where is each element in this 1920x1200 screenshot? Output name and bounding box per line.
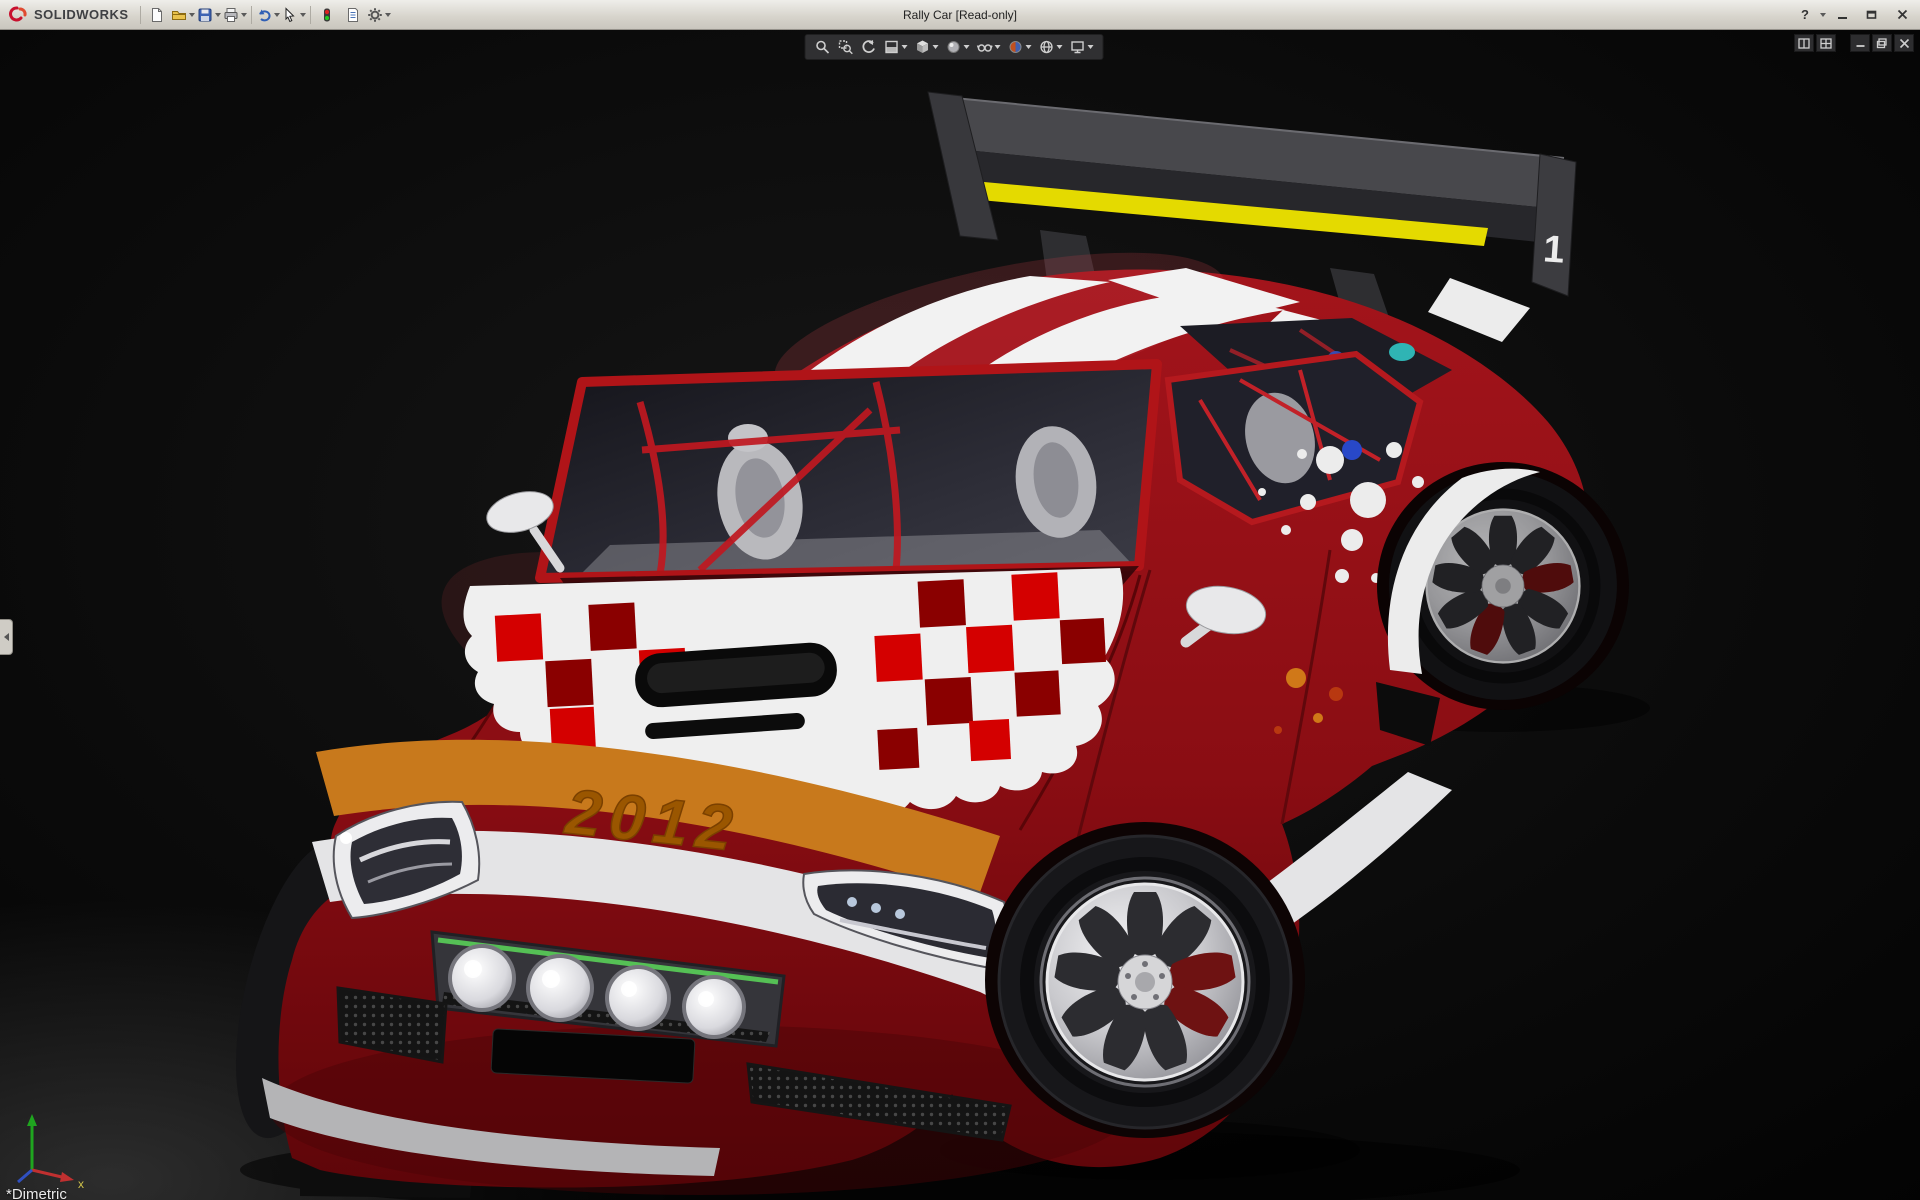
open-button[interactable] (170, 3, 196, 27)
heads-up-view-toolbar (805, 34, 1104, 60)
tile-view-icon (1820, 38, 1832, 49)
rally-car-model[interactable]: 1 (0, 30, 1920, 1200)
save-icon (197, 7, 213, 23)
brand-text: SOLIDWORKS (34, 7, 129, 22)
view-orientation-cube-icon (915, 39, 931, 55)
view-settings-dropdown-arrow[interactable] (1088, 45, 1094, 49)
restore-button[interactable] (1858, 5, 1886, 25)
graphics-viewport[interactable]: 1 (0, 30, 1920, 1200)
apply-scene-globe-icon (1039, 39, 1055, 55)
previous-view-icon (861, 39, 877, 55)
doc-restore-icon (1876, 38, 1888, 49)
options-button[interactable] (366, 3, 392, 27)
zoom-to-fit-icon (815, 39, 831, 55)
display-style-button[interactable] (943, 37, 973, 57)
front-right-wheel[interactable] (985, 822, 1305, 1138)
view-orientation-dropdown-arrow[interactable] (933, 45, 939, 49)
x-axis-label: x (78, 1177, 84, 1191)
toolbar-separator (251, 6, 252, 24)
undo-icon (256, 7, 272, 23)
rebuild-button[interactable] (314, 3, 340, 27)
undo-dropdown-arrow[interactable] (274, 13, 280, 17)
minimize-icon (1837, 10, 1848, 20)
close-button[interactable] (1888, 5, 1916, 25)
view-orientation-label: *Dimetric (6, 1186, 67, 1200)
zoom-to-area-icon (838, 39, 854, 55)
view-settings-icon (1070, 39, 1086, 55)
undo-button[interactable] (255, 3, 281, 27)
select-button[interactable] (281, 3, 307, 27)
save-dropdown-arrow[interactable] (215, 13, 221, 17)
display-style-icon (946, 39, 962, 55)
solidworks-logo-mark (8, 5, 30, 25)
document-window-controls (1794, 34, 1914, 52)
wing-number: 1 (1542, 228, 1566, 271)
x-axis-arrow (32, 1170, 74, 1182)
previous-view-button[interactable] (858, 37, 880, 57)
open-folder-icon (171, 7, 187, 23)
edit-appearance-button[interactable] (1005, 37, 1035, 57)
doc-minimize-icon (1855, 38, 1866, 48)
wing-endplate (1532, 154, 1576, 296)
split-view-button[interactable] (1794, 34, 1814, 52)
hide-show-items-button[interactable] (974, 37, 1004, 57)
panel-flyout-arrow[interactable] (0, 619, 13, 655)
minimize-button[interactable] (1828, 5, 1856, 25)
apply-scene-button[interactable] (1036, 37, 1066, 57)
new-document-button[interactable] (144, 3, 170, 27)
file-properties-icon (345, 7, 361, 23)
window-title: Rally Car [Read-only] (903, 8, 1017, 22)
hide-show-dropdown-arrow[interactable] (995, 45, 1001, 49)
open-dropdown-arrow[interactable] (189, 13, 195, 17)
doc-minimize-button[interactable] (1850, 34, 1870, 52)
view-settings-button[interactable] (1067, 37, 1097, 57)
close-icon (1897, 9, 1908, 20)
display-style-dropdown-arrow[interactable] (964, 45, 970, 49)
file-properties-button[interactable] (340, 3, 366, 27)
section-view-icon (884, 39, 900, 55)
section-view-button[interactable] (881, 37, 911, 57)
split-view-icon (1798, 38, 1810, 49)
doc-close-button[interactable] (1894, 34, 1914, 52)
print-button[interactable] (222, 3, 248, 27)
print-dropdown-arrow[interactable] (241, 13, 247, 17)
edit-appearance-ball-icon (1008, 39, 1024, 55)
options-gear-icon (367, 7, 383, 23)
hide-show-glasses-icon (977, 39, 993, 55)
view-orientation-button[interactable] (912, 37, 942, 57)
antenna-detail (1389, 343, 1415, 361)
rebuild-icon (319, 7, 335, 23)
tile-view-button[interactable] (1816, 34, 1836, 52)
collapse-arrow-icon (4, 633, 9, 641)
toolbar-separator (310, 6, 311, 24)
zoom-to-fit-button[interactable] (812, 37, 834, 57)
doc-close-icon (1899, 38, 1910, 49)
solidworks-logo: SOLIDWORKS (4, 5, 137, 25)
section-view-dropdown-arrow[interactable] (902, 45, 908, 49)
z-axis-arrow (18, 1170, 32, 1182)
help-button[interactable]: ? (1794, 5, 1816, 25)
restore-icon (1866, 9, 1878, 20)
save-button[interactable] (196, 3, 222, 27)
apply-scene-dropdown-arrow[interactable] (1057, 45, 1063, 49)
y-axis-arrow (27, 1114, 37, 1170)
orientation-triad[interactable]: x (8, 1106, 94, 1192)
help-dropdown-arrow[interactable] (1820, 13, 1826, 17)
solidworks-window: SOLIDWORKS (0, 0, 1920, 1200)
zoom-to-area-button[interactable] (835, 37, 857, 57)
doc-restore-button[interactable] (1872, 34, 1892, 52)
print-icon (223, 7, 239, 23)
select-dropdown-arrow[interactable] (300, 13, 306, 17)
select-cursor-icon (282, 7, 298, 23)
rear-right-wheel[interactable] (1377, 462, 1629, 710)
title-bar: SOLIDWORKS (0, 0, 1920, 30)
toolbar-separator (140, 6, 141, 24)
new-document-icon (149, 7, 165, 23)
edit-appearance-dropdown-arrow[interactable] (1026, 45, 1032, 49)
options-dropdown-arrow[interactable] (385, 13, 391, 17)
